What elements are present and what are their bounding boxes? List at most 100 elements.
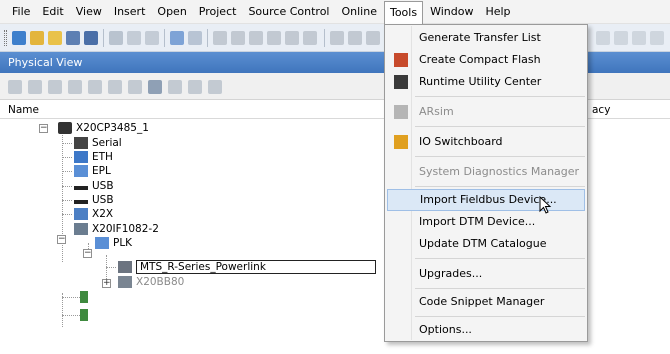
column-name[interactable]: Name	[8, 104, 39, 116]
interface-module-icon	[74, 223, 88, 235]
menu-open[interactable]: Open	[152, 1, 191, 23]
powerlink-icon	[74, 165, 88, 177]
monitor-icon[interactable]	[285, 31, 299, 45]
menu-import-dtm-device[interactable]: Import DTM Device...	[387, 211, 585, 233]
toolbar-separator	[207, 29, 208, 47]
open-folder-icon[interactable]	[30, 31, 44, 45]
menu-import-fieldbus-device[interactable]: Import Fieldbus Device...	[387, 189, 585, 211]
paste-icon[interactable]	[145, 31, 159, 45]
settings-icon[interactable]	[303, 31, 317, 45]
save-icon[interactable]	[66, 31, 80, 45]
nodes-icon[interactable]	[88, 80, 102, 94]
powerlink-icon	[95, 237, 109, 249]
tree-item-x20bb80[interactable]: X20BB80	[118, 275, 184, 289]
usb-icon	[74, 200, 88, 204]
window-icon[interactable]	[596, 31, 610, 45]
tree-item-x20if[interactable]: X20IF1082-2	[74, 222, 159, 236]
tree-item-x2x[interactable]: X2X	[74, 207, 113, 221]
tree-item-usb-1[interactable]: USB	[74, 179, 114, 193]
menu-help[interactable]: Help	[480, 1, 515, 23]
rebuild-icon[interactable]	[249, 31, 263, 45]
cut-icon[interactable]	[109, 31, 123, 45]
redo-icon[interactable]	[188, 31, 202, 45]
tree-item-usb-2[interactable]: USB	[74, 193, 114, 207]
online-icon[interactable]	[366, 31, 380, 45]
expand-icon[interactable]	[208, 80, 222, 94]
search-icon[interactable]	[632, 31, 646, 45]
tree-item-epl[interactable]: EPL	[74, 164, 111, 178]
filter-icon[interactable]	[188, 80, 202, 94]
tree-item-edit[interactable]	[118, 260, 376, 274]
toolbar-separator	[103, 29, 104, 47]
menu-create-compact-flash[interactable]: Create Compact Flash	[387, 49, 585, 71]
copy-icon[interactable]	[127, 31, 141, 45]
tree-item-branch-2[interactable]	[80, 308, 92, 322]
collapse-toggle[interactable]: −	[83, 249, 92, 258]
menu-update-dtm-catalogue[interactable]: Update DTM Catalogue	[387, 233, 585, 255]
mouse-cursor-icon	[539, 196, 552, 214]
tree-line	[62, 200, 72, 201]
tools-dropdown-menu: Generate Transfer List Create Compact Fl…	[384, 24, 588, 342]
tree-item-branch-1[interactable]	[80, 290, 92, 304]
expand-toggle[interactable]: +	[102, 279, 111, 288]
menu-view[interactable]: View	[71, 1, 107, 23]
menu-online[interactable]: Online	[336, 1, 381, 23]
tree-line	[62, 315, 80, 316]
menu-runtime-utility-center[interactable]: Runtime Utility Center	[387, 71, 585, 93]
configuration-icon[interactable]	[48, 80, 62, 94]
menu-project[interactable]: Project	[194, 1, 242, 23]
menu-generate-transfer-list[interactable]: Generate Transfer List	[387, 27, 585, 49]
toolbar-separator	[164, 29, 165, 47]
rename-input[interactable]	[136, 260, 376, 274]
toolbar-grip[interactable]	[4, 30, 7, 46]
menu-insert[interactable]: Insert	[109, 1, 151, 23]
device-icon[interactable]	[108, 80, 122, 94]
menu-tools[interactable]: Tools	[383, 0, 424, 24]
menu-file[interactable]: File	[7, 1, 35, 23]
tree-item-root[interactable]: X20CP3485_1	[58, 121, 149, 135]
build-icon[interactable]	[231, 31, 245, 45]
menu-separator	[415, 126, 585, 127]
menu-window[interactable]: Window	[425, 1, 478, 23]
collapse-toggle[interactable]: −	[57, 235, 66, 244]
usb-icon	[74, 186, 88, 190]
tree-item-eth[interactable]: ETH	[74, 150, 113, 164]
cpu-icon	[58, 122, 72, 134]
menu-io-switchboard[interactable]: IO Switchboard	[387, 131, 585, 153]
undo-icon[interactable]	[170, 31, 184, 45]
tools-icon[interactable]	[148, 80, 162, 94]
help-icon[interactable]	[650, 31, 664, 45]
tree-line	[62, 214, 72, 215]
menu-code-snippet-manager[interactable]: Code Snippet Manager	[387, 291, 585, 313]
tree-item-serial[interactable]: Serial	[74, 136, 122, 150]
network-icon[interactable]	[168, 80, 182, 94]
menu-upgrades[interactable]: Upgrades...	[387, 263, 585, 285]
save-all-icon[interactable]	[84, 31, 98, 45]
tree-item-plk[interactable]: PLK	[95, 236, 132, 250]
replace-icon[interactable]	[348, 31, 362, 45]
transfer-icon[interactable]	[267, 31, 281, 45]
menu-edit[interactable]: Edit	[37, 1, 68, 23]
toolbar-separator	[324, 29, 325, 47]
find-icon[interactable]	[330, 31, 344, 45]
serial-port-icon	[74, 137, 88, 149]
menu-system-diagnostics-manager[interactable]: System Diagnostics Manager	[387, 161, 585, 183]
arsim-icon	[394, 105, 408, 119]
diagnostics-icon[interactable]	[128, 80, 142, 94]
collapse-toggle[interactable]: −	[39, 124, 48, 133]
tree-line	[62, 157, 72, 158]
properties-icon[interactable]	[28, 80, 42, 94]
open-icon[interactable]	[48, 31, 62, 45]
delete-icon[interactable]	[213, 31, 227, 45]
menu-arsim[interactable]: ARsim	[387, 101, 585, 123]
io-mapping-icon[interactable]	[68, 80, 82, 94]
layout-icon[interactable]	[614, 31, 628, 45]
tree-line	[62, 171, 72, 172]
menu-source-control[interactable]: Source Control	[243, 1, 334, 23]
open-icon[interactable]	[8, 80, 22, 94]
new-project-icon[interactable]	[12, 31, 26, 45]
connector-icon	[80, 309, 88, 321]
column-partial[interactable]: acy	[592, 104, 610, 116]
menu-options[interactable]: Options...	[387, 319, 585, 341]
ethernet-icon	[74, 151, 88, 163]
